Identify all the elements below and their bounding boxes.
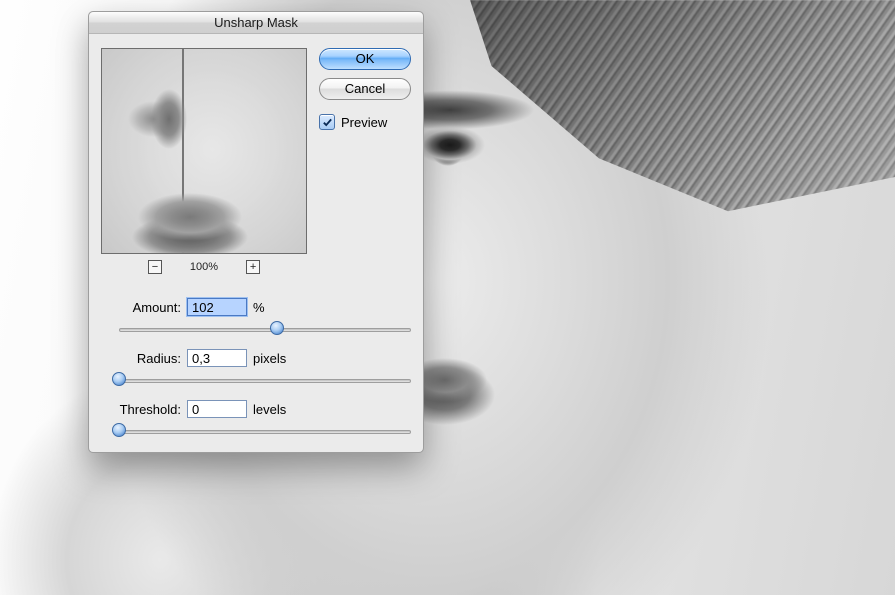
radius-label: Radius: bbox=[101, 351, 181, 366]
dialog-title: Unsharp Mask bbox=[89, 12, 423, 34]
filter-preview-image bbox=[102, 49, 306, 253]
checkmark-icon bbox=[322, 117, 333, 128]
unsharp-mask-dialog: Unsharp Mask − 100% + OK Cancel Preview bbox=[88, 11, 424, 453]
preview-checkbox-label: Preview bbox=[341, 115, 387, 130]
filter-preview[interactable] bbox=[101, 48, 307, 254]
ok-button[interactable]: OK bbox=[319, 48, 411, 70]
amount-slider-thumb[interactable] bbox=[270, 321, 284, 335]
preview-checkbox[interactable] bbox=[319, 114, 335, 130]
threshold-unit: levels bbox=[253, 402, 286, 417]
radius-input[interactable] bbox=[187, 349, 247, 367]
amount-label: Amount: bbox=[101, 300, 181, 315]
zoom-out-button[interactable]: − bbox=[148, 260, 162, 274]
zoom-in-button[interactable]: + bbox=[246, 260, 260, 274]
amount-slider[interactable] bbox=[119, 321, 411, 337]
threshold-slider-track bbox=[119, 430, 411, 434]
amount-input[interactable] bbox=[187, 298, 247, 316]
threshold-slider[interactable] bbox=[119, 423, 411, 439]
amount-unit: % bbox=[253, 300, 265, 315]
threshold-label: Threshold: bbox=[101, 402, 181, 417]
amount-slider-track bbox=[119, 328, 411, 332]
radius-slider-track bbox=[119, 379, 411, 383]
cancel-button[interactable]: Cancel bbox=[319, 78, 411, 100]
radius-slider[interactable] bbox=[119, 372, 411, 388]
threshold-slider-thumb[interactable] bbox=[112, 423, 126, 437]
radius-unit: pixels bbox=[253, 351, 286, 366]
zoom-level-label: 100% bbox=[190, 261, 218, 273]
radius-slider-thumb[interactable] bbox=[112, 372, 126, 386]
threshold-input[interactable] bbox=[187, 400, 247, 418]
